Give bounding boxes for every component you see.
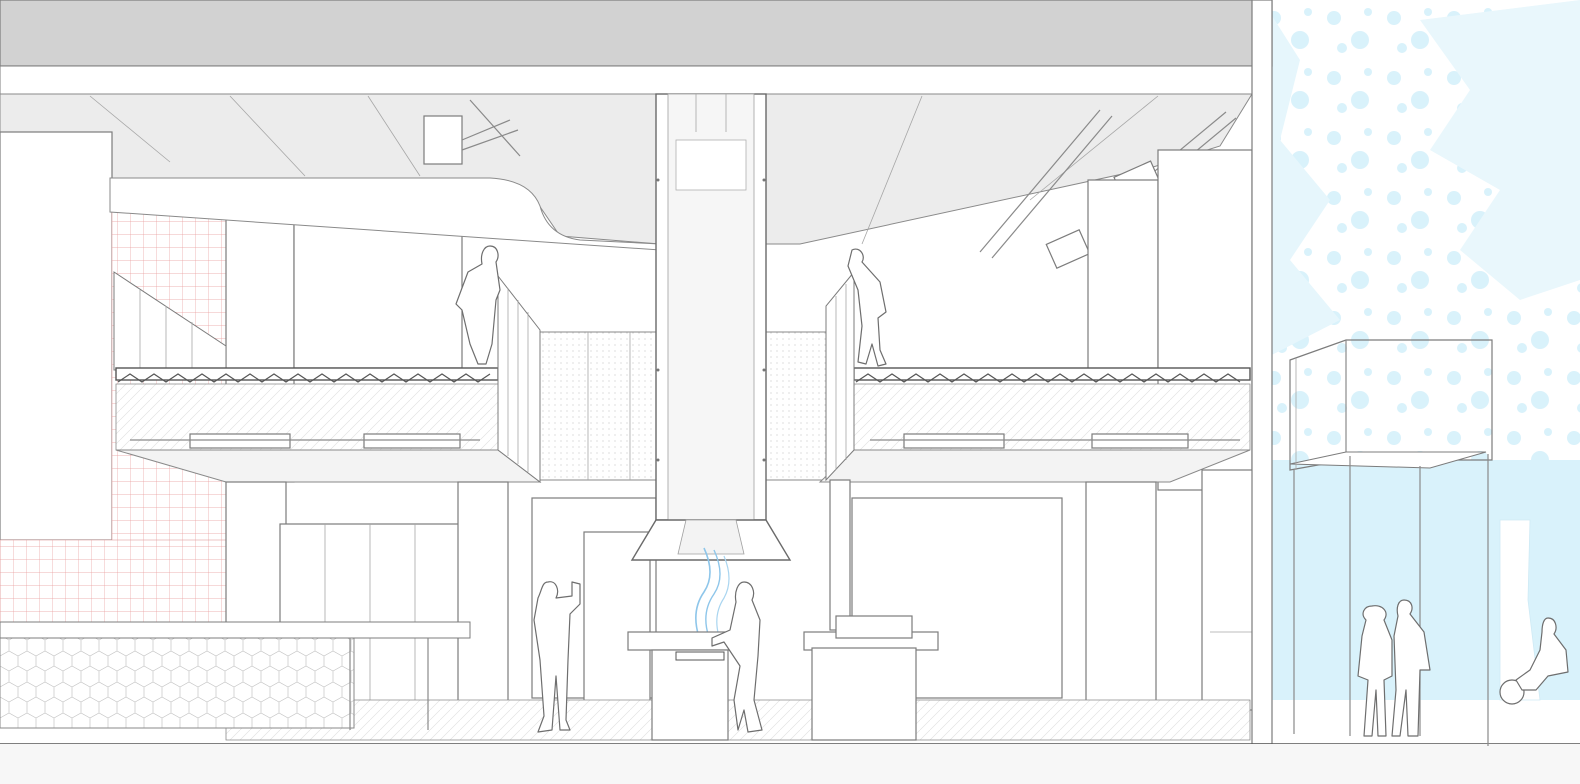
lower-left-wall bbox=[225, 481, 287, 633]
right-mesh-screen bbox=[765, 331, 827, 481]
upper-left-room bbox=[293, 211, 463, 369]
roof-slab bbox=[0, 0, 1273, 95]
lower-right-column bbox=[1085, 481, 1157, 713]
right-door-frame bbox=[1201, 469, 1261, 711]
upper-right-wall bbox=[1087, 179, 1159, 371]
center-post bbox=[829, 479, 851, 631]
section-drawing-svg bbox=[0, 0, 1580, 784]
lower-left-column bbox=[457, 481, 509, 711]
central-exhaust-hood bbox=[630, 93, 792, 561]
exterior-wall bbox=[1251, 0, 1273, 745]
section-drawing bbox=[0, 0, 1580, 784]
left-wall-block bbox=[0, 131, 113, 541]
left-mesh-screen bbox=[539, 331, 657, 481]
exterior-tree bbox=[1262, 0, 1580, 701]
ground-band bbox=[0, 744, 1580, 784]
